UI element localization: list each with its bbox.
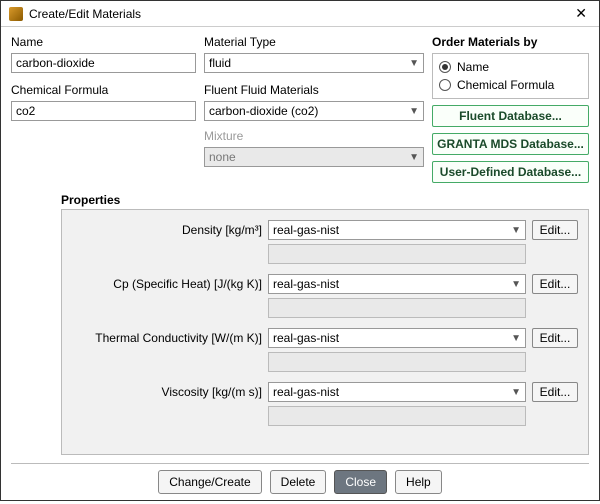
density-label: Density [kg/m³] (72, 223, 262, 237)
fluid-materials-label: Fluent Fluid Materials (204, 83, 424, 97)
name-input[interactable] (11, 53, 196, 73)
window-title: Create/Edit Materials (29, 7, 571, 21)
close-icon[interactable]: ✕ (571, 5, 591, 22)
chevron-down-icon: ▼ (511, 279, 521, 290)
fluid-materials-select[interactable]: carbon-dioxide (co2) ▼ (204, 101, 424, 121)
material-type-select[interactable]: fluid ▼ (204, 53, 424, 73)
viscosity-value: real-gas-nist (273, 385, 339, 399)
properties-panel: Density [kg/m³] real-gas-nist ▼ Edit... … (61, 209, 589, 455)
mixture-select: none ▼ (204, 147, 424, 167)
fluid-materials-value: carbon-dioxide (co2) (209, 104, 318, 118)
footer-buttons: Change/Create Delete Close Help (1, 470, 599, 504)
material-type-value: fluid (209, 56, 231, 70)
viscosity-edit-button[interactable]: Edit... (532, 382, 578, 402)
titlebar: Create/Edit Materials ✕ (1, 1, 599, 27)
density-value-input (268, 244, 526, 264)
material-type-label: Material Type (204, 35, 424, 49)
viscosity-value-input (268, 406, 526, 426)
chevron-down-icon: ▼ (511, 333, 521, 344)
thermal-label: Thermal Conductivity [W/(m K)] (72, 331, 262, 345)
granta-database-button[interactable]: GRANTA MDS Database... (432, 133, 589, 155)
chevron-down-icon: ▼ (511, 225, 521, 236)
cp-value-input (268, 298, 526, 318)
formula-label: Chemical Formula (11, 83, 196, 97)
change-create-button[interactable]: Change/Create (158, 470, 261, 494)
cp-edit-button[interactable]: Edit... (532, 274, 578, 294)
radio-name-label: Name (457, 60, 489, 74)
radio-formula-label: Chemical Formula (457, 78, 554, 92)
viscosity-label: Viscosity [kg/(m s)] (72, 385, 262, 399)
thermal-edit-button[interactable]: Edit... (532, 328, 578, 348)
materials-dialog: Create/Edit Materials ✕ Name Chemical Fo… (0, 0, 600, 501)
user-database-button[interactable]: User-Defined Database... (432, 161, 589, 183)
chevron-down-icon: ▼ (409, 152, 419, 163)
properties-title: Properties (61, 193, 589, 207)
density-edit-button[interactable]: Edit... (532, 220, 578, 240)
fluent-database-button[interactable]: Fluent Database... (432, 105, 589, 127)
divider (11, 463, 589, 464)
radio-name-row[interactable]: Name (439, 60, 582, 74)
mixture-value: none (209, 150, 236, 164)
formula-input[interactable] (11, 101, 196, 121)
viscosity-select[interactable]: real-gas-nist ▼ (268, 382, 526, 402)
radio-icon (439, 79, 451, 91)
app-icon (9, 7, 23, 21)
name-label: Name (11, 35, 196, 49)
chevron-down-icon: ▼ (511, 387, 521, 398)
chevron-down-icon: ▼ (409, 106, 419, 117)
chevron-down-icon: ▼ (409, 58, 419, 69)
radio-icon (439, 61, 451, 73)
order-by-group: Name Chemical Formula (432, 53, 589, 99)
cp-select[interactable]: real-gas-nist ▼ (268, 274, 526, 294)
order-by-label: Order Materials by (432, 35, 589, 49)
cp-value: real-gas-nist (273, 277, 339, 291)
help-button[interactable]: Help (395, 470, 442, 494)
thermal-value: real-gas-nist (273, 331, 339, 345)
mixture-label: Mixture (204, 129, 424, 143)
thermal-select[interactable]: real-gas-nist ▼ (268, 328, 526, 348)
close-button[interactable]: Close (334, 470, 387, 494)
thermal-value-input (268, 352, 526, 372)
density-select[interactable]: real-gas-nist ▼ (268, 220, 526, 240)
delete-button[interactable]: Delete (270, 470, 327, 494)
radio-formula-row[interactable]: Chemical Formula (439, 78, 582, 92)
density-value: real-gas-nist (273, 223, 339, 237)
cp-label: Cp (Specific Heat) [J/(kg K)] (72, 277, 262, 291)
